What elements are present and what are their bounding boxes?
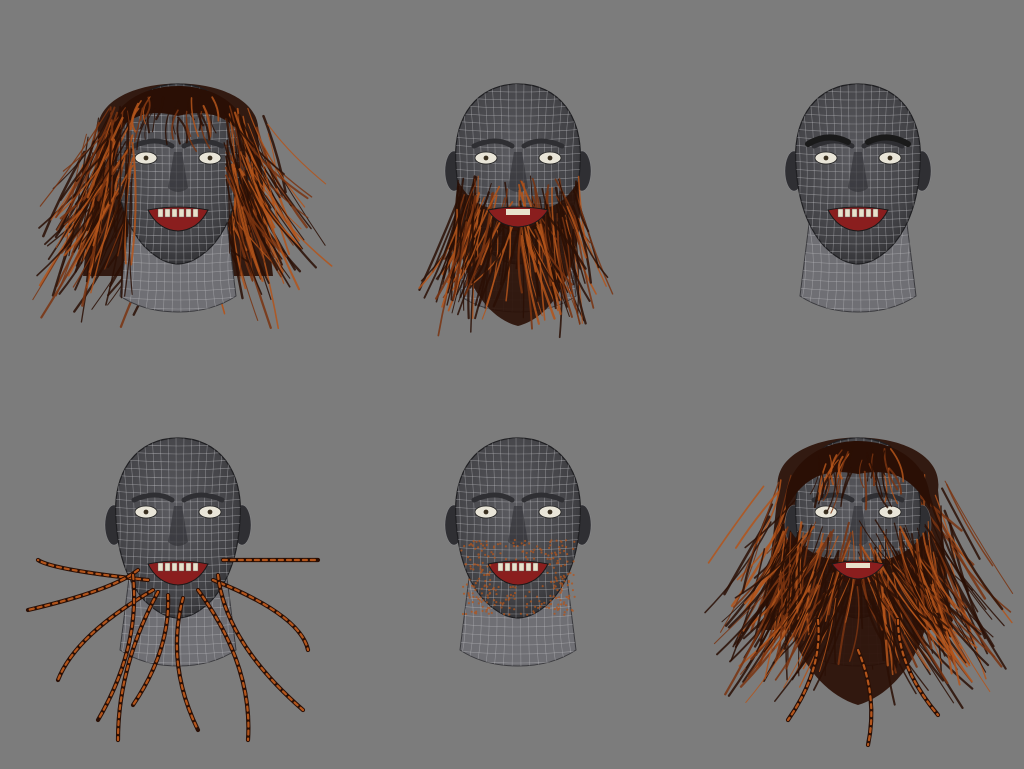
render-viewport <box>0 0 1024 769</box>
stubble-head <box>444 437 592 667</box>
long-hair-head <box>32 83 333 330</box>
hair-and-beard-head <box>704 437 1014 748</box>
braided-beard-head <box>25 437 321 743</box>
wireframe-render <box>25 83 1014 748</box>
eyebrows-head <box>784 83 932 313</box>
full-beard-head <box>418 83 614 339</box>
